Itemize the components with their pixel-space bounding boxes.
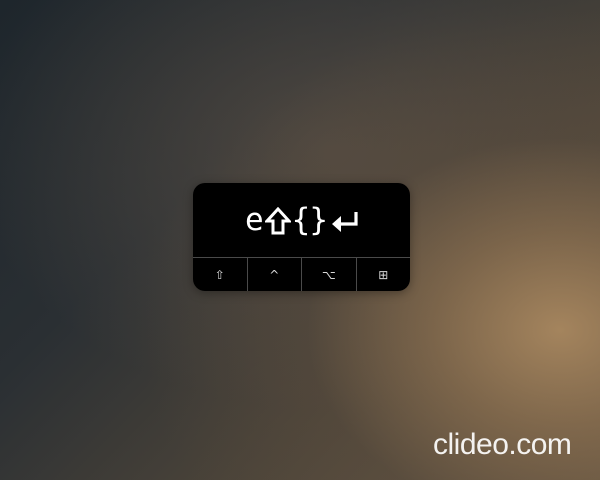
return-arrow-icon — [330, 209, 360, 233]
watermark-text: clideo.com — [433, 428, 572, 461]
modifier-control: ^ — [246, 258, 302, 291]
key-letter: e — [245, 202, 264, 238]
key-braces: {} — [291, 202, 328, 238]
modifier-shift: ⇧ — [193, 258, 247, 291]
modifier-option: ⌥ — [301, 258, 356, 291]
shift-icon: ⇧ — [214, 267, 225, 282]
control-icon: ^ — [269, 267, 280, 282]
keystroke-overlay: e {} ⇧ ^ ⌥ ⊞ — [193, 183, 410, 291]
option-icon: ⌥ — [321, 267, 336, 282]
modifier-bar: ⇧ ^ ⌥ ⊞ — [193, 257, 410, 291]
shift-arrow-icon — [263, 206, 293, 235]
pressed-keys-row: e {} — [193, 183, 410, 258]
windows-icon: ⊞ — [378, 267, 389, 282]
desktop-background: e {} ⇧ ^ ⌥ ⊞ clideo.com — [0, 0, 600, 480]
modifier-command: ⊞ — [355, 258, 411, 291]
